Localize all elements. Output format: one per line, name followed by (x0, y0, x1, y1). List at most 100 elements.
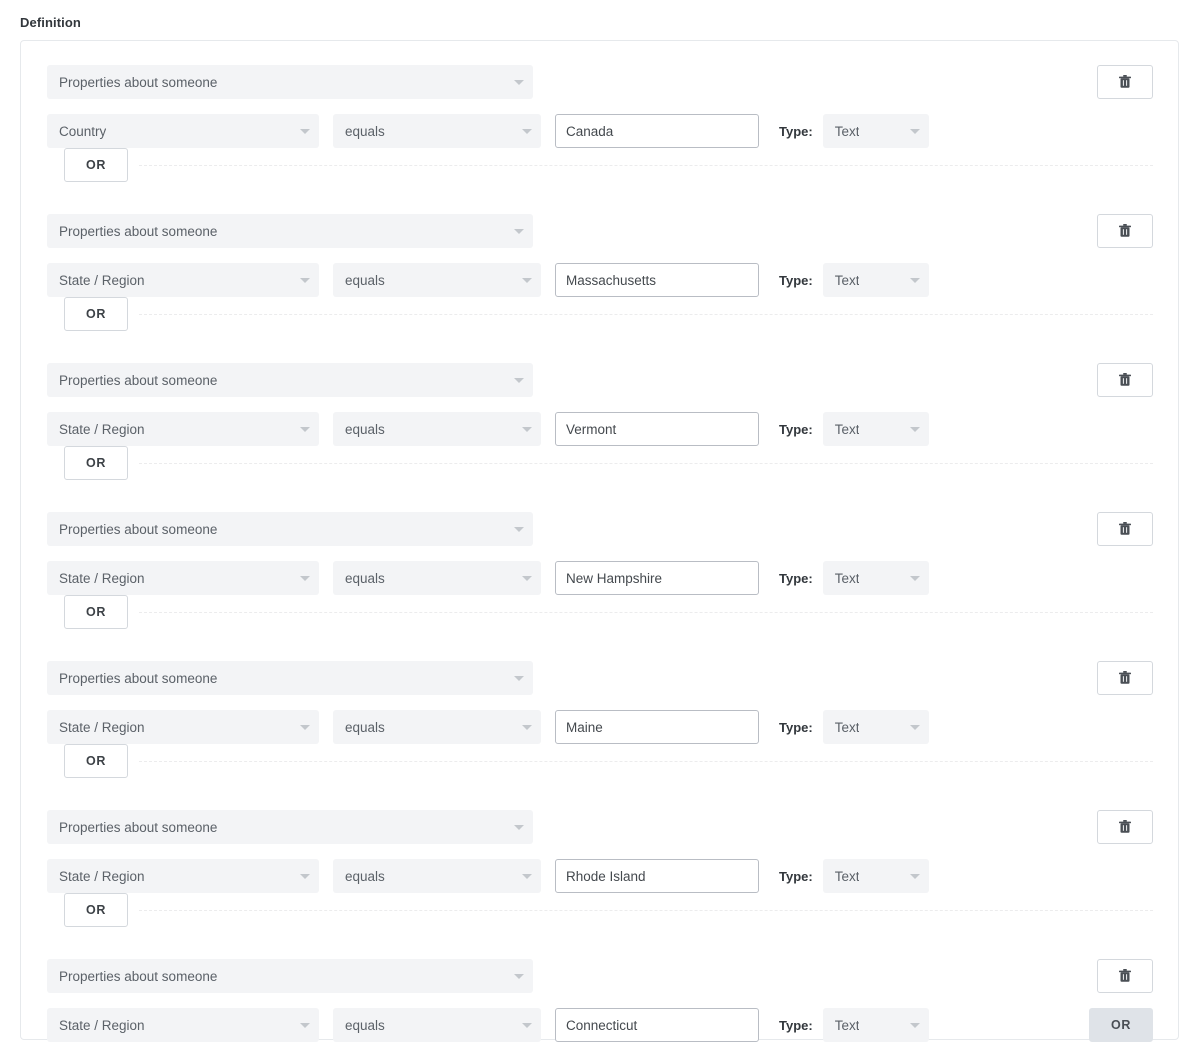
object-type-select[interactable]: Properties about someone (47, 65, 533, 99)
operator-value: equals (345, 868, 385, 884)
object-type-select[interactable]: Properties about someone (47, 512, 533, 546)
delete-condition-button[interactable] (1097, 65, 1153, 99)
chevron-down-icon (300, 874, 310, 879)
add-or-condition-button-active[interactable]: OR (1089, 1008, 1153, 1042)
add-or-condition-button[interactable]: OR (64, 148, 128, 182)
value-type-value: Text (834, 719, 860, 735)
object-type-select[interactable]: Properties about someone (47, 363, 533, 397)
condition-group-5: Properties about someone State / Region … (21, 637, 1178, 786)
chevron-down-icon (514, 527, 524, 532)
condition-group-6: Properties about someone State / Region … (21, 786, 1178, 935)
property-field-value: State / Region (59, 272, 145, 288)
condition-group-body: Properties about someone State / Region … (21, 935, 1178, 1042)
operator-value: equals (345, 719, 385, 735)
object-type-select[interactable]: Properties about someone (47, 810, 533, 844)
object-type-value: Properties about someone (59, 521, 218, 537)
chevron-down-icon (514, 378, 524, 383)
add-or-condition-button[interactable]: OR (64, 446, 128, 480)
condition-group-7: Properties about someone State / Region … (21, 935, 1178, 1042)
object-type-select[interactable]: Properties about someone (47, 959, 533, 993)
or-separator-row: OR (21, 143, 1178, 190)
trash-icon (1119, 224, 1131, 237)
property-field-value: State / Region (59, 421, 145, 437)
object-type-row: Properties about someone (47, 65, 533, 99)
chevron-down-icon (522, 725, 532, 730)
add-or-condition-button[interactable]: OR (64, 893, 128, 927)
value-type-select[interactable]: Text (822, 1008, 929, 1042)
object-type-row: Properties about someone (47, 810, 533, 844)
operator-value: equals (345, 1017, 385, 1033)
condition-group-4: Properties about someone State / Region … (21, 488, 1178, 637)
type-label: Type: (779, 719, 813, 735)
condition-group-body: Properties about someone State / Region … (21, 786, 1178, 893)
object-type-select[interactable]: Properties about someone (47, 661, 533, 695)
chevron-down-icon (514, 825, 524, 830)
object-type-value: Properties about someone (59, 968, 218, 984)
definition-panel: Properties about someone Country equals … (20, 40, 1179, 1042)
delete-condition-button[interactable] (1097, 512, 1153, 546)
or-separator-row: OR (21, 888, 1178, 935)
value-type-value: Text (834, 570, 860, 586)
object-type-row: Properties about someone (47, 512, 533, 546)
chevron-down-icon (522, 576, 532, 581)
operator-select[interactable]: equals (333, 1008, 541, 1042)
object-type-row: Properties about someone (47, 661, 533, 695)
object-type-value: Properties about someone (59, 670, 218, 686)
chevron-down-icon (909, 129, 920, 134)
condition-value-input[interactable] (555, 1008, 759, 1042)
page-title: Definition (20, 15, 81, 30)
value-type-value: Text (834, 1017, 860, 1033)
object-type-row: Properties about someone (47, 214, 533, 248)
type-label: Type: (779, 421, 813, 437)
or-divider (139, 910, 1153, 911)
add-or-condition-button[interactable]: OR (64, 744, 128, 778)
value-type-value: Text (834, 272, 860, 288)
definition-builder-screen: Definition Properties about someone Coun… (0, 0, 1200, 1058)
or-divider (139, 612, 1153, 613)
type-label: Type: (779, 1017, 813, 1033)
type-label: Type: (779, 272, 813, 288)
property-field-select[interactable]: State / Region (47, 1008, 319, 1042)
delete-condition-button[interactable] (1097, 214, 1153, 248)
trash-icon (1119, 373, 1131, 386)
property-field-value: Country (59, 123, 107, 139)
chevron-down-icon (522, 874, 532, 879)
chevron-down-icon (514, 80, 524, 85)
trash-icon (1119, 969, 1131, 982)
object-type-value: Properties about someone (59, 372, 218, 388)
condition-group-3: Properties about someone State / Region … (21, 339, 1178, 488)
chevron-down-icon (522, 427, 532, 432)
operator-value: equals (345, 570, 385, 586)
chevron-down-icon (300, 427, 310, 432)
condition-group-body: Properties about someone State / Region … (21, 488, 1178, 595)
chevron-down-icon (909, 427, 920, 432)
object-type-row: Properties about someone (47, 959, 533, 993)
delete-condition-button[interactable] (1097, 363, 1153, 397)
chevron-down-icon (909, 874, 920, 879)
trash-icon (1119, 671, 1131, 684)
condition-group-body: Properties about someone State / Region … (21, 190, 1178, 297)
condition-group-body: Properties about someone State / Region … (21, 339, 1178, 446)
chevron-down-icon (909, 278, 920, 283)
chevron-down-icon (300, 576, 310, 581)
chevron-down-icon (300, 1023, 310, 1028)
delete-condition-button[interactable] (1097, 810, 1153, 844)
chevron-down-icon (522, 1023, 532, 1028)
operator-value: equals (345, 272, 385, 288)
trash-icon (1119, 820, 1131, 833)
object-type-select[interactable]: Properties about someone (47, 214, 533, 248)
add-or-condition-button[interactable]: OR (64, 297, 128, 331)
delete-condition-button[interactable] (1097, 959, 1153, 993)
chevron-down-icon (522, 129, 532, 134)
or-separator-row: OR (21, 590, 1178, 637)
operator-value: equals (345, 123, 385, 139)
operator-value: equals (345, 421, 385, 437)
chevron-down-icon (909, 576, 920, 581)
add-or-condition-button[interactable]: OR (64, 595, 128, 629)
property-field-value: State / Region (59, 570, 145, 586)
value-type-value: Text (834, 868, 860, 884)
chevron-down-icon (514, 676, 524, 681)
trash-icon (1119, 75, 1131, 88)
value-type-value: Text (834, 123, 860, 139)
delete-condition-button[interactable] (1097, 661, 1153, 695)
